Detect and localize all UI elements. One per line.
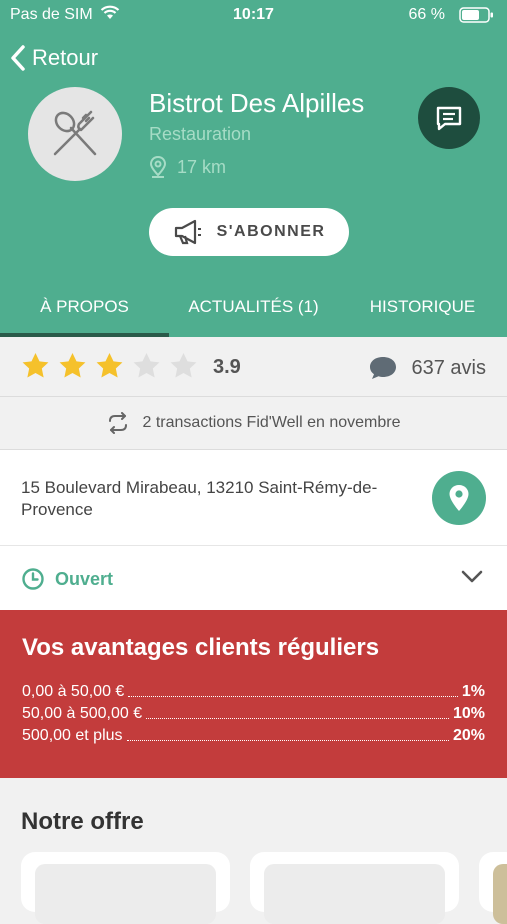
location-pin-icon	[149, 156, 167, 178]
dotted-leader	[126, 740, 449, 741]
reviews-link[interactable]: 637 avis	[368, 355, 487, 381]
battery-percent: 66 %	[408, 6, 445, 23]
back-label: Retour	[32, 45, 99, 70]
advantage-tier: 0,00 à 50,00 € 1%	[22, 681, 485, 703]
transactions-row: 2 transactions Fid'Well en novembre	[0, 397, 507, 450]
offer-card-image	[264, 864, 445, 924]
star-filled-icon	[59, 352, 86, 378]
offer-card-image	[35, 864, 216, 924]
chevron-left-icon	[11, 45, 25, 71]
map-pin-icon	[449, 485, 469, 511]
offer-card-image	[493, 864, 507, 924]
transactions-text: 2 transactions Fid'Well en novembre	[142, 414, 401, 431]
tab-historique[interactable]: HISTORIQUE	[338, 280, 507, 337]
business-header: Pas de SIM 10:17 66 % Retour Bistrot Des…	[0, 0, 507, 337]
business-address: 15 Boulevard Mirabeau, 13210 Saint-Rémy-…	[21, 478, 378, 519]
tier-range: 0,00 à 50,00 €	[22, 683, 125, 700]
star-empty-icon	[133, 352, 160, 378]
comment-bubble-icon	[369, 357, 396, 379]
distance-value: 17 km	[177, 156, 227, 177]
clock-icon	[22, 568, 44, 590]
chevron-down-icon	[461, 570, 483, 583]
subscribe-button[interactable]: S'ABONNER	[149, 208, 349, 256]
business-name: Bistrot Des Alpilles	[149, 88, 365, 118]
battery-icon	[459, 6, 495, 29]
tier-percent: 1%	[461, 683, 485, 700]
map-button[interactable]	[432, 471, 486, 525]
opening-status-label: Ouvert	[55, 568, 114, 589]
rating-score: 3.9	[213, 356, 241, 378]
subscribe-label: S'ABONNER	[216, 223, 326, 240]
opening-status: Ouvert	[21, 567, 113, 591]
offer-section-title: Notre offre	[21, 808, 144, 835]
offer-card[interactable]	[250, 852, 459, 924]
dotted-leader	[146, 718, 449, 719]
business-distance: 17 km	[149, 156, 226, 178]
exchange-arrows-icon	[108, 412, 127, 434]
star-rating	[20, 351, 205, 382]
offer-card[interactable]	[21, 852, 230, 924]
business-logo	[28, 87, 122, 181]
address-row: 15 Boulevard Mirabeau, 13210 Saint-Rémy-…	[0, 450, 507, 546]
offer-card[interactable]	[479, 852, 507, 924]
dotted-leader	[128, 696, 458, 697]
reviews-count: 637 avis	[411, 356, 487, 379]
tier-percent: 20%	[452, 727, 485, 744]
star-empty-icon	[170, 352, 197, 378]
chat-icon	[436, 106, 462, 131]
advantage-tier: 500,00 et plus 20%	[22, 725, 485, 747]
loyalty-advantages: Vos avantages clients réguliers 0,00 à 5…	[0, 610, 507, 778]
tab-a-propos[interactable]: À PROPOS	[0, 280, 169, 337]
fork-spoon-icon	[53, 110, 97, 156]
back-button[interactable]: Retour	[10, 42, 98, 74]
rating-row: 3.9 637 avis	[0, 337, 507, 397]
star-filled-icon	[22, 352, 49, 378]
tab-bar: À PROPOS ACTUALITÉS (1) HISTORIQUE	[0, 280, 507, 337]
advantage-tier: 50,00 à 500,00 € 10%	[22, 703, 485, 725]
megaphone-icon	[174, 219, 201, 245]
advantages-title: Vos avantages clients réguliers	[22, 634, 380, 661]
tier-range: 50,00 à 500,00 €	[22, 705, 143, 722]
message-button[interactable]	[418, 87, 480, 149]
status-bar: Pas de SIM 10:17 66 %	[0, 0, 507, 32]
tier-percent: 10%	[452, 705, 485, 722]
star-filled-icon	[96, 352, 123, 378]
opening-hours-toggle[interactable]: Ouvert	[0, 546, 507, 610]
tab-actualites[interactable]: ACTUALITÉS (1)	[169, 280, 338, 337]
tier-range: 500,00 et plus	[22, 727, 123, 744]
business-category: Restauration	[149, 124, 252, 144]
